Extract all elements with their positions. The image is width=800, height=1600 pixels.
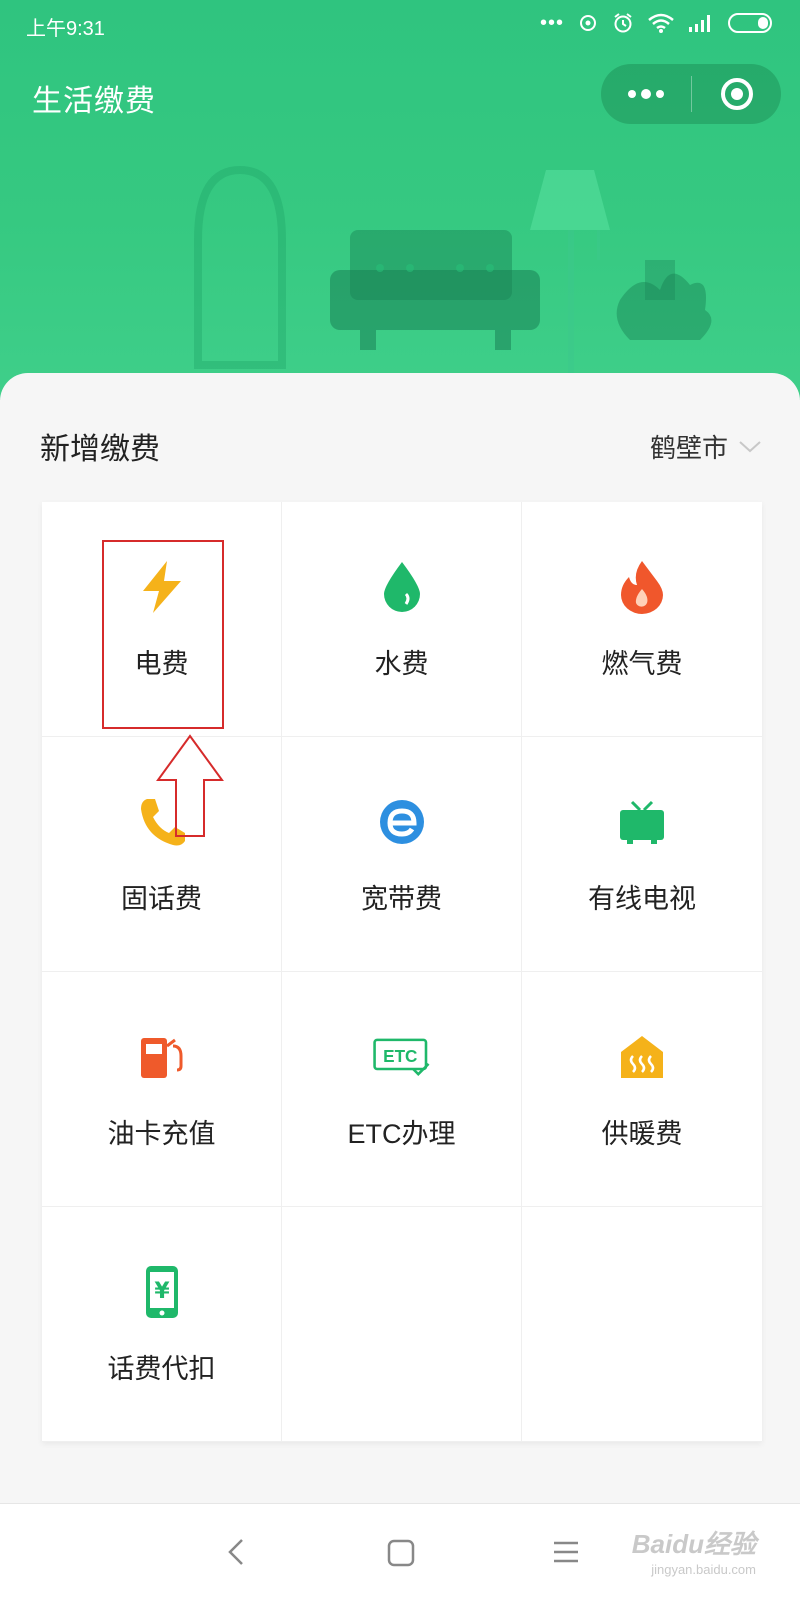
service-label: 有线电视 bbox=[588, 884, 696, 914]
service-label: 固话费 bbox=[121, 884, 202, 914]
service-label: 油卡充值 bbox=[107, 1119, 216, 1149]
city-label: 鹤壁市 bbox=[649, 433, 728, 463]
mini-program-capsule bbox=[601, 64, 781, 124]
service-broadband[interactable]: 宽带费 bbox=[282, 737, 522, 972]
mobile-yen-icon: ¥ bbox=[132, 1262, 192, 1322]
fuel-pump-icon bbox=[132, 1027, 192, 1087]
empty-cell bbox=[522, 1207, 762, 1442]
chevron-down-icon bbox=[739, 440, 761, 452]
service-gas[interactable]: 燃气费 bbox=[522, 502, 762, 737]
heating-icon bbox=[612, 1027, 672, 1087]
service-heating[interactable]: 供暖费 bbox=[522, 972, 762, 1207]
service-label: 燃气费 bbox=[601, 649, 683, 679]
svg-text:¥: ¥ bbox=[154, 1279, 170, 1304]
water-drop-icon bbox=[372, 557, 432, 617]
flame-icon bbox=[612, 557, 672, 617]
status-time: 上午9:31 bbox=[26, 18, 105, 40]
browser-e-icon bbox=[372, 792, 432, 852]
sync-icon bbox=[580, 15, 596, 31]
more-button[interactable] bbox=[601, 64, 691, 124]
cell-signal-icon bbox=[689, 15, 710, 32]
menu-lines-icon[interactable] bbox=[552, 1538, 580, 1566]
close-button[interactable] bbox=[692, 64, 781, 124]
home-square-icon[interactable] bbox=[386, 1538, 416, 1568]
city-selector[interactable]: 鹤壁市 bbox=[650, 428, 762, 465]
more-dots-icon bbox=[628, 89, 664, 99]
watermark-logo: Baidu经验 bbox=[631, 1529, 756, 1559]
tv-icon bbox=[612, 792, 672, 852]
service-label: 水费 bbox=[374, 649, 429, 679]
service-etc[interactable]: ETC ETC办理 bbox=[282, 972, 522, 1207]
back-chevron-icon[interactable] bbox=[222, 1536, 254, 1568]
service-label: 话费代扣 bbox=[107, 1354, 216, 1384]
watermark-url: jingyan.baidu.com bbox=[651, 1562, 756, 1577]
service-label: 供暖费 bbox=[601, 1119, 683, 1149]
service-label: 宽带费 bbox=[361, 884, 442, 914]
living-room-illustration bbox=[194, 165, 712, 400]
alarm-icon bbox=[614, 13, 632, 33]
service-label: ETC办理 bbox=[347, 1119, 456, 1149]
etc-icon: ETC bbox=[372, 1027, 432, 1087]
header-background: 上午9:31 ••• 生活缴费 bbox=[0, 0, 800, 400]
highlight-box-annotation bbox=[102, 540, 224, 729]
service-phone-autopay[interactable]: ¥ 话费代扣 bbox=[42, 1207, 282, 1442]
service-fuel-card[interactable]: 油卡充值 bbox=[42, 972, 282, 1207]
status-icons: ••• bbox=[540, 12, 772, 34]
svg-text:ETC: ETC bbox=[383, 1046, 417, 1066]
wifi-icon bbox=[648, 13, 674, 33]
target-close-icon bbox=[720, 78, 753, 110]
system-nav-bar: Baidu经验 jingyan.baidu.com bbox=[0, 1503, 800, 1600]
signal-dots-icon: ••• bbox=[539, 12, 564, 34]
empty-cell bbox=[282, 1207, 522, 1442]
status-bar: 上午9:31 ••• bbox=[0, 0, 800, 48]
service-cable-tv[interactable]: 有线电视 bbox=[522, 737, 762, 972]
up-arrow-annotation bbox=[156, 734, 224, 837]
service-water[interactable]: 水费 bbox=[282, 502, 522, 737]
page-title: 生活缴费 bbox=[32, 85, 156, 118]
section-title: 新增缴费 bbox=[40, 433, 160, 466]
battery-icon bbox=[728, 13, 772, 33]
